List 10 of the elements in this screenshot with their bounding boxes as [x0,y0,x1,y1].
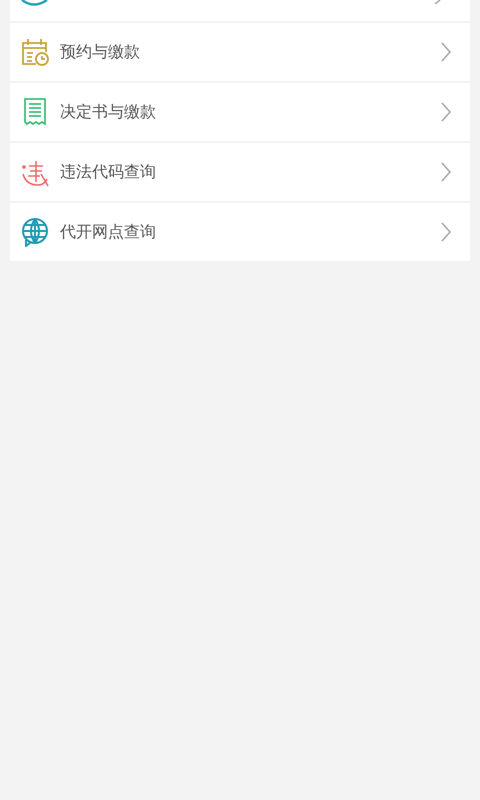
menu-item[interactable]: 预约与缴款 [10,23,470,81]
globe-icon [20,217,50,247]
menu-label: 决定书与缴款 [60,102,157,122]
menu-label: 违法代码查询 [60,162,157,182]
calendar-clock-icon [20,37,50,67]
menu-item[interactable]: 代开网点查询 [10,203,470,261]
menu-item[interactable]: 违法代码查询 [10,143,470,201]
menu-item[interactable]: 决定书与缴款 [10,83,470,141]
menu-label: 预约与缴款 [60,42,141,62]
menu-label: 代开网点查询 [60,222,157,242]
